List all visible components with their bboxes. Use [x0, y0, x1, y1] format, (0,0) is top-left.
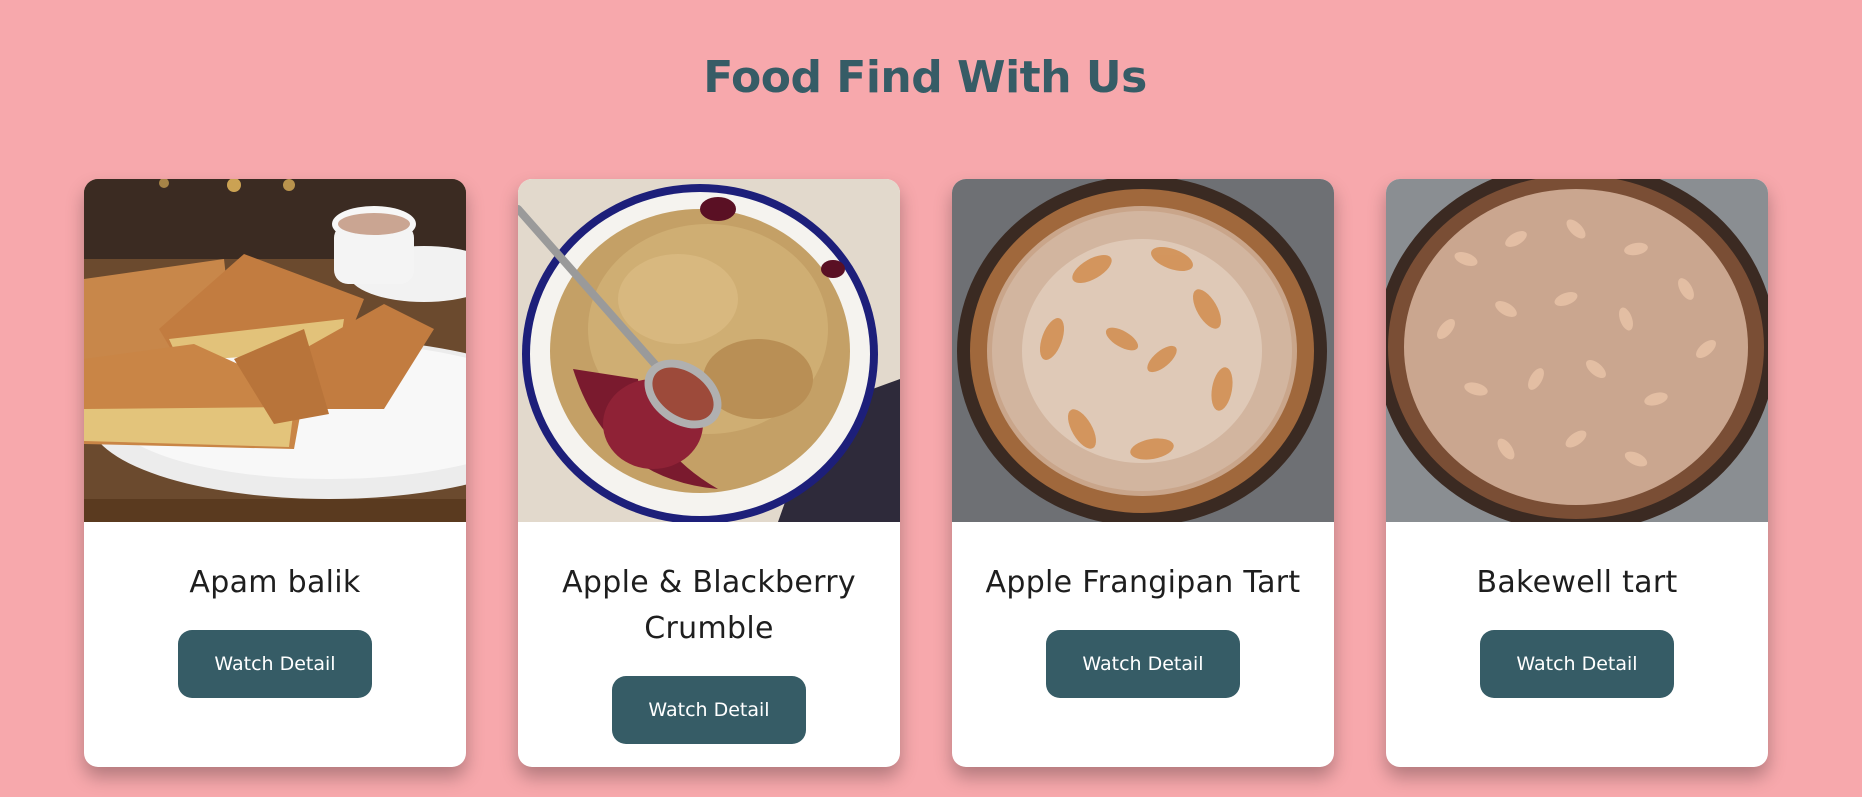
meal-image	[952, 179, 1334, 522]
meal-title: Apam balik	[189, 565, 361, 600]
meal-title: Bakewell tart	[1476, 565, 1678, 600]
meal-card: Apple Frangipan Tart Watch Detail	[952, 179, 1334, 767]
meal-title: Apple & Blackberry Crumble	[562, 565, 856, 646]
meal-title: Apple Frangipan Tart	[985, 565, 1301, 600]
meal-image	[1386, 179, 1768, 522]
watch-detail-button[interactable]: Watch Detail	[612, 676, 806, 744]
meal-image	[518, 179, 900, 522]
watch-detail-button[interactable]: Watch Detail	[178, 630, 372, 698]
meal-image	[84, 179, 466, 522]
page-title: Food Find With Us	[703, 52, 1147, 103]
meal-card: Bakewell tart Watch Detail	[1386, 179, 1768, 767]
watch-detail-button[interactable]: Watch Detail	[1480, 630, 1674, 698]
meal-card: Apple & Blackberry Crumble Watch Detail	[518, 179, 900, 767]
watch-detail-button[interactable]: Watch Detail	[1046, 630, 1240, 698]
meal-card-grid: Apam balik Watch Detail Apple & Blackber…	[84, 179, 1768, 767]
meal-card: Apam balik Watch Detail	[84, 179, 466, 767]
